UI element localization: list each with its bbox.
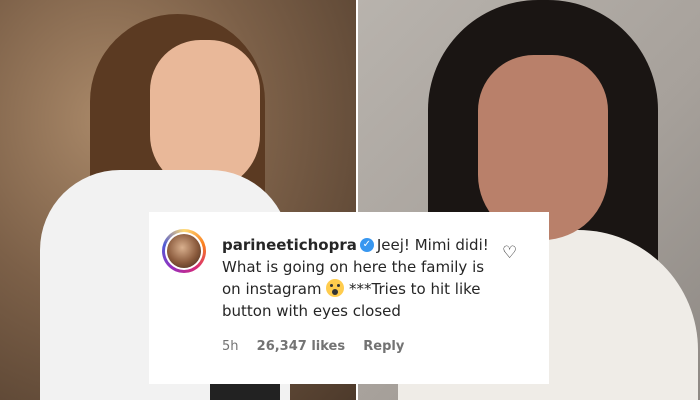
- avatar[interactable]: [162, 229, 206, 273]
- left-photo-face: [150, 40, 260, 190]
- reply-button[interactable]: Reply: [363, 339, 404, 354]
- heart-icon[interactable]: ♡: [502, 243, 517, 263]
- comment-username[interactable]: parineetichopra: [222, 236, 357, 254]
- verified-badge-icon: ✓: [359, 237, 374, 252]
- comment-body: parineetichopra ✓ Jeej! Mimi didi! What is…: [222, 234, 504, 322]
- avatar-ring-gap: [165, 232, 203, 270]
- comment-meta: 5h 26,347 likes Reply: [222, 339, 418, 354]
- comment-time: 5h: [222, 339, 239, 354]
- shocked-face-emoji: [326, 279, 345, 297]
- comment-likes[interactable]: 26,347 likes: [257, 339, 345, 354]
- instagram-comment-card: parineetichopra ✓ Jeej! Mimi didi! What is…: [149, 212, 549, 384]
- avatar-image: [167, 234, 201, 268]
